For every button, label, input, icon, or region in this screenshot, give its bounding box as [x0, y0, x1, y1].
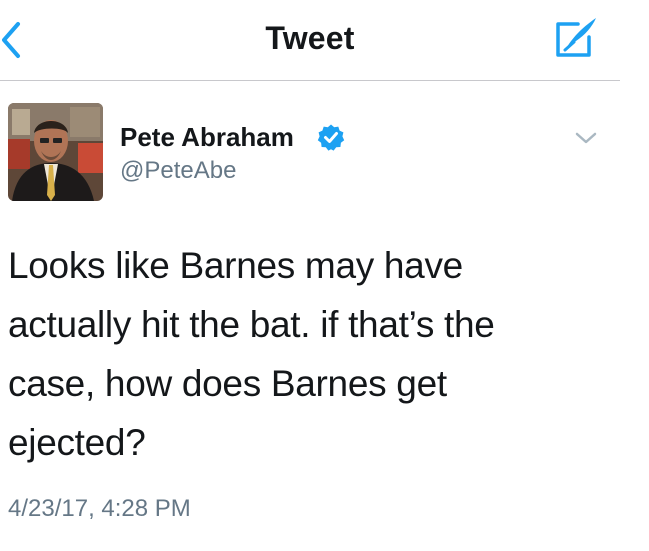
profile-photo: [8, 103, 103, 201]
chevron-down-icon: [575, 132, 597, 144]
navigation-bar: Tweet: [0, 0, 620, 81]
author-name[interactable]: Pete Abraham: [120, 122, 294, 153]
avatar[interactable]: [8, 103, 103, 201]
author-handle[interactable]: @PeteAbe: [120, 157, 236, 185]
compose-tweet-icon: [556, 18, 596, 57]
page-title: Tweet: [265, 20, 355, 56]
compose-tweet-button[interactable]: [552, 15, 602, 61]
tweet-options-button[interactable]: [573, 128, 599, 148]
tweet-timestamp: 4/23/17, 4:28 PM: [8, 495, 191, 522]
verified-badge-icon: [317, 124, 345, 151]
tweet-text: Looks like Barnes may have actually hit …: [8, 245, 495, 463]
